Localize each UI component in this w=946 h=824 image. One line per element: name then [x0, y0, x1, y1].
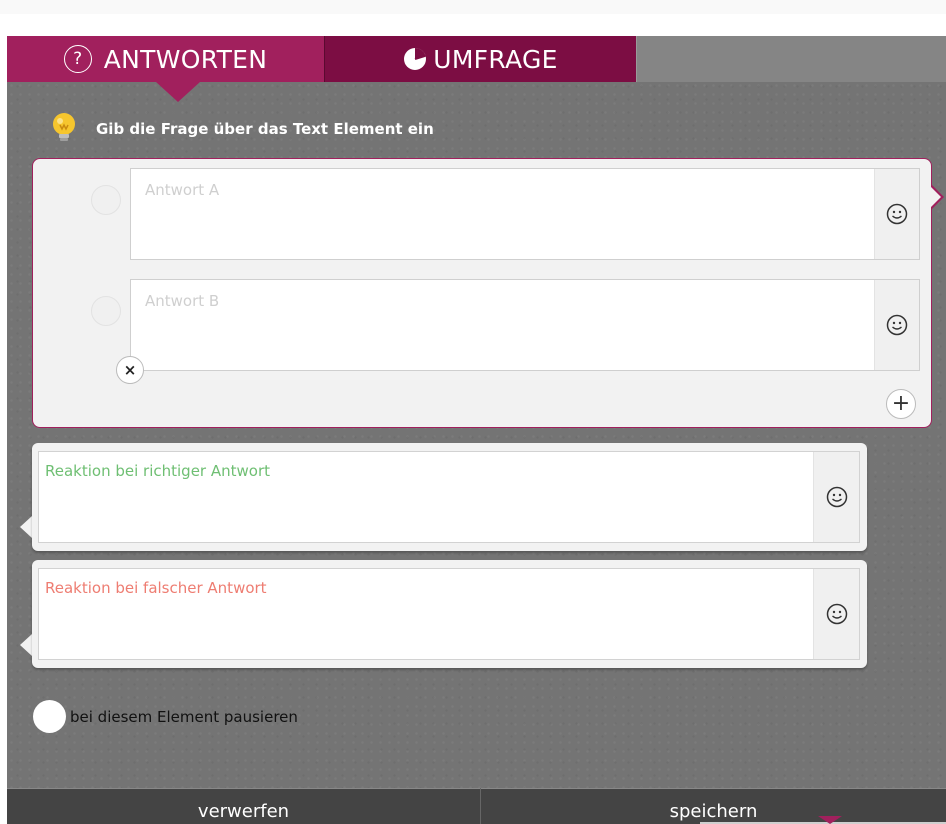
question-circle-icon: ? [63, 45, 92, 73]
reaction-wrong-box: Reaktion bei falscher Antwort [32, 560, 867, 668]
reaction-wrong-pointer [20, 634, 32, 656]
top-bar [0, 0, 946, 14]
answer-a-emoji-button[interactable] [874, 169, 919, 259]
answer-b-input[interactable]: Antwort B [131, 280, 874, 370]
remove-answer-button[interactable]: × [116, 356, 144, 384]
hint-row: Gib die Frage über das Text Element ein [50, 112, 434, 146]
reaction-wrong-input[interactable]: Reaktion bei falscher Antwort [39, 569, 813, 659]
save-button[interactable]: speichern [480, 788, 946, 824]
pause-toggle-row[interactable]: bei diesem Element pausieren [33, 700, 298, 733]
discard-button-label: verwerfen [197, 801, 290, 822]
reaction-correct-input[interactable]: Reaktion bei richtiger Antwort [39, 452, 813, 542]
save-button-label: speichern [669, 801, 758, 822]
answer-b-correct-toggle[interactable] [91, 296, 121, 326]
reaction-correct-field[interactable]: Reaktion bei richtiger Antwort [38, 451, 860, 543]
close-icon: × [123, 361, 137, 379]
active-tab-pointer [156, 82, 200, 102]
smiley-icon [826, 603, 847, 625]
tab-antworten[interactable]: ? ANTWORTEN [7, 36, 324, 82]
discard-button[interactable]: verwerfen [7, 788, 480, 824]
lightbulb-icon [53, 113, 75, 141]
reaction-wrong-field[interactable]: Reaktion bei falscher Antwort [38, 568, 860, 660]
bottom-pointer-indicator [818, 816, 842, 824]
pie-chart-icon [404, 48, 427, 70]
reaction-wrong-emoji-button[interactable] [813, 569, 859, 659]
smiley-icon [886, 203, 908, 225]
reaction-correct-pointer [20, 516, 32, 538]
tab-antworten-label: ANTWORTEN [103, 44, 268, 74]
answer-b-emoji-button[interactable] [874, 280, 919, 370]
answers-box-pointer-fill [931, 187, 941, 207]
tab-umfrage[interactable]: UMFRAGE [324, 36, 636, 82]
plus-icon: + [891, 391, 911, 416]
answer-b-field[interactable]: Antwort B [130, 279, 920, 371]
answer-a-correct-toggle[interactable] [91, 185, 121, 215]
pause-toggle[interactable] [33, 700, 66, 733]
add-answer-button[interactable]: + [886, 389, 916, 419]
tab-bar-empty [636, 36, 946, 82]
reaction-correct-box: Reaktion bei richtiger Antwort [32, 443, 867, 551]
tab-umfrage-label: UMFRAGE [433, 44, 558, 74]
reaction-correct-emoji-button[interactable] [813, 452, 859, 542]
answer-a-input[interactable]: Antwort A [131, 169, 874, 259]
hint-text: Gib die Frage über das Text Element ein [96, 120, 434, 138]
answer-a-field[interactable]: Antwort A [130, 168, 920, 260]
pause-toggle-label: bei diesem Element pausieren [70, 707, 298, 726]
smiley-icon [886, 314, 908, 336]
smiley-icon [826, 486, 847, 508]
